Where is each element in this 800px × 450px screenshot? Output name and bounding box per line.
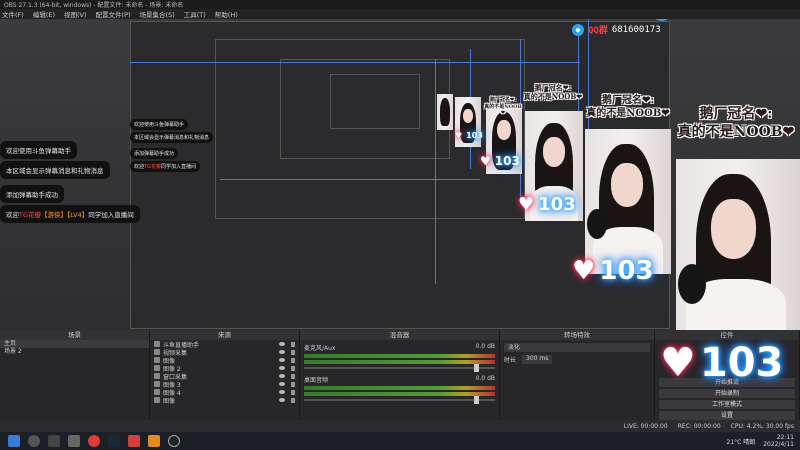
transitions-dock: 转场特效 淡化 时长 300 ms: [500, 330, 655, 432]
webcam-nested-1: [585, 129, 671, 274]
menu-file[interactable]: 文件(F): [2, 9, 24, 19]
heart-icon: ♥: [572, 256, 596, 286]
chat-message-nested-4: 欢迎TG花瓣同学加入直播间: [130, 161, 200, 172]
menu-profile[interactable]: 配置文件(P): [96, 9, 131, 19]
heart-icon: ♥: [518, 194, 535, 215]
lock-icon: [291, 381, 295, 387]
mixer-title: 混音器: [300, 330, 499, 340]
caption-nested-3: 鹅厂冠名❤: 真的不是NOOB❤: [484, 97, 522, 116]
window-title: OBS 27.1.3 (64-bit, windows) - 配置文件: 未命名…: [4, 2, 184, 9]
eye-icon: [279, 366, 285, 370]
menu-scene-collection[interactable]: 场景集合(S): [140, 9, 175, 19]
webcam-main: [676, 159, 800, 330]
neon-counter-3: ♥ 103: [480, 154, 520, 168]
chat-message-3: 添加弹幕助手成功: [0, 185, 64, 203]
eye-icon: [279, 382, 285, 386]
status-bar: LIVE: 00:00:00 REC: 00:00:00 CPU: 4.2%, …: [0, 420, 800, 432]
file-explorer-icon[interactable]: [68, 435, 80, 447]
app-icon[interactable]: [148, 435, 160, 447]
eye-icon: [279, 358, 285, 362]
sources-dock: 来源 斗鱼直播助手 视频采集 图像 图像 2 窗口采集 图像 3 图像 4 图像…: [150, 330, 300, 432]
scene-item[interactable]: 主页: [0, 340, 149, 348]
heart-icon: ♥: [660, 340, 696, 386]
windows-taskbar: 21°C 晴朗 22:11 2022/4/11: [0, 432, 800, 450]
chat-message-nested-2: 本区域会显示弹幕消息和礼物消息: [130, 132, 214, 143]
chat-message-nested-1: 欢迎使用斗鱼弹幕助手: [130, 119, 189, 130]
menu-tools[interactable]: 工具(T): [184, 9, 206, 19]
qq-group-badge: ● QQ群681600173: [652, 19, 779, 21]
caption-main: 鹅厂冠名❤: 真的不是NOOB❤: [677, 106, 795, 141]
cpu-status: CPU: 4.2%, 30.00 fps: [730, 422, 794, 430]
weather-text: 21°C 晴朗: [726, 438, 756, 446]
neon-counter-main: ♥ 103: [660, 340, 784, 386]
qq-penguin-icon: ●: [572, 23, 584, 36]
neon-counter-1: ♥ 103: [572, 256, 654, 286]
caption-nested-2: 鹅厂冠名❤: 真的不是NOOB❤: [523, 83, 583, 102]
eye-icon: [279, 350, 285, 354]
studio-mode-button[interactable]: 工作室模式: [659, 400, 795, 409]
qq-group-badge-nested: ● QQ群 681600173: [572, 23, 661, 36]
volume-slider[interactable]: [304, 364, 495, 372]
chat-message-4: 欢迎TG花瓣【游侠】【LV4】同学加入直播间: [0, 205, 140, 223]
sources-title: 来源: [150, 330, 299, 340]
steam-icon[interactable]: [108, 435, 120, 447]
neon-counter-4: ♥ 103: [455, 131, 483, 140]
windows-start-icon[interactable]: [8, 435, 20, 447]
eye-icon: [279, 374, 285, 378]
caption-nested-1: 鹅厂冠名❤: 真的不是NOOB❤: [586, 95, 670, 119]
controls-title: 控件: [655, 330, 799, 340]
transition-select[interactable]: 淡化: [504, 343, 650, 352]
window-titlebar: OBS 27.1.3 (64-bit, windows) - 配置文件: 未命名…: [0, 0, 800, 9]
task-view-icon[interactable]: [48, 435, 60, 447]
duration-input[interactable]: 300 ms: [522, 355, 553, 364]
start-recording-button[interactable]: 开始录制: [659, 389, 795, 398]
eye-icon: [279, 390, 285, 394]
system-tray: 21°C 晴朗 22:11 2022/4/11: [727, 434, 800, 448]
chat-message-2: 本区域会显示弹幕消息和礼物消息: [0, 161, 110, 179]
lock-icon: [291, 341, 295, 347]
scene-item[interactable]: 场景 2: [0, 348, 149, 356]
clock: 22:11 2022/4/11: [763, 434, 794, 448]
menu-bar: 文件(F) 编辑(E) 视图(V) 配置文件(P) 场景集合(S) 工具(T) …: [0, 9, 800, 19]
webcam-nested-5: [437, 94, 453, 130]
app-icon[interactable]: [88, 435, 100, 447]
rec-status: REC: 00:00:00: [677, 422, 721, 430]
lock-icon: [291, 349, 295, 355]
qq-penguin-icon: ●: [652, 19, 672, 21]
lock-icon: [291, 389, 295, 395]
lock-icon: [291, 373, 295, 379]
menu-help[interactable]: 帮助(H): [215, 9, 238, 19]
chat-message-1: 欢迎使用斗鱼弹幕助手: [0, 141, 77, 159]
eye-icon: [279, 398, 285, 402]
chat-message-nested-3: 添加弹幕助手成功: [130, 148, 179, 159]
search-icon[interactable]: [28, 435, 40, 447]
settings-button[interactable]: 设置: [659, 411, 795, 420]
nested-preview-4: [330, 74, 420, 129]
lock-icon: [291, 365, 295, 371]
volume-slider[interactable]: [304, 396, 495, 404]
heart-icon: ♥: [455, 131, 463, 140]
source-item[interactable]: 图像: [150, 396, 299, 405]
transitions-title: 转场特效: [500, 330, 654, 340]
preview-canvas[interactable]: 欢迎使用斗鱼弹幕助手 本区域会显示弹幕消息和礼物消息 添加弹幕助手成功 欢迎TG…: [0, 19, 800, 330]
neon-counter-2: ♥ 103: [518, 194, 576, 215]
lock-icon: [291, 397, 295, 403]
mixer-dock: 混音器 麦克风/Aux 0.0 dB 桌面音频 0.0 dB: [300, 330, 500, 432]
scenes-title: 场景: [0, 330, 149, 340]
duration-label: 时长: [504, 357, 517, 364]
scenes-dock: 场景 主页 场景 2 + − ∧ ∨: [0, 330, 150, 432]
eye-icon: [279, 342, 285, 346]
menu-edit[interactable]: 编辑(E): [33, 9, 55, 19]
lock-icon: [291, 357, 295, 363]
mixer-channel: 麦克风/Aux 0.0 dB: [300, 340, 499, 372]
live-status: LIVE: 00:00:00: [623, 422, 668, 430]
menu-view[interactable]: 视图(V): [64, 9, 87, 19]
heart-icon: ♥: [480, 154, 491, 168]
mixer-channel: 桌面音频 0.0 dB: [300, 372, 499, 404]
app-icon[interactable]: [128, 435, 140, 447]
obs-icon[interactable]: [168, 435, 180, 447]
